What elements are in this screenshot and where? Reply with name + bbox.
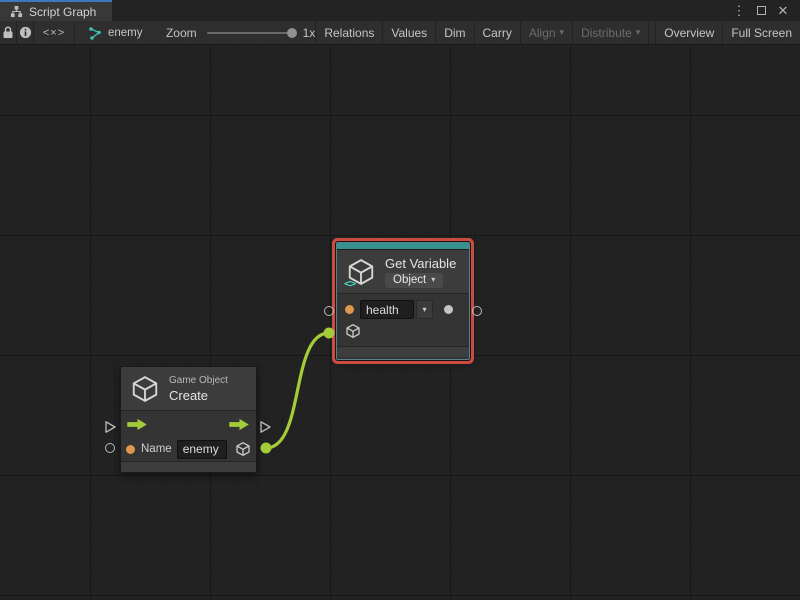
connection-source-dot	[261, 443, 272, 454]
maximize-icon[interactable]	[752, 2, 770, 20]
node-title: Get Variable	[385, 256, 456, 271]
chevron-down-icon: ▾	[560, 27, 565, 38]
create-body: Name	[121, 411, 256, 461]
node-category: Game Object	[169, 375, 228, 386]
align-button[interactable]: Align ▾	[521, 21, 573, 44]
flow-input-port[interactable]	[127, 418, 148, 431]
tab-script-graph[interactable]: Script Graph	[0, 0, 112, 21]
info-button[interactable]	[17, 21, 34, 44]
node-game-object-create[interactable]: Game Object Create Name	[120, 366, 257, 473]
variable-name-field[interactable]	[360, 300, 414, 319]
node-footer	[337, 346, 469, 357]
script-graph-window: Script Graph ⋮ ✕ <×>	[0, 0, 800, 600]
get-variable-right-port[interactable]	[472, 306, 482, 316]
script-graph-icon	[10, 5, 23, 18]
graph-icon	[88, 26, 102, 40]
variable-scope-dropdown[interactable]: Object ▾	[385, 273, 443, 288]
node-get-variable[interactable]: <> Get Variable Object ▾ ▾	[336, 242, 470, 360]
connection-target-dot	[324, 328, 335, 339]
get-variable-left-port[interactable]	[324, 306, 334, 316]
zoom-slider[interactable]	[207, 32, 295, 34]
full-screen-button[interactable]: Full Screen	[723, 21, 800, 44]
value-output-port[interactable]	[444, 305, 453, 314]
game-object-icon	[130, 374, 160, 404]
titlebar: Script Graph ⋮ ✕	[0, 0, 800, 21]
chevron-down-icon: ▾	[431, 275, 435, 284]
breadcrumb-graph-name: enemy	[108, 27, 143, 39]
relations-button[interactable]: Relations	[316, 21, 383, 44]
game-object-port-icon[interactable]	[345, 323, 361, 339]
zoom-value: 1x	[303, 26, 316, 40]
zoom-label: Zoom	[166, 26, 197, 40]
create-header: Game Object Create	[121, 367, 256, 411]
dim-button[interactable]: Dim	[436, 21, 474, 44]
get-variable-header: <> Get Variable Object ▾	[337, 250, 469, 294]
create-flow-in-port[interactable]	[103, 420, 117, 434]
carry-button[interactable]: Carry	[475, 21, 521, 44]
node-accent-bar	[337, 243, 469, 250]
node-title: Create	[169, 388, 228, 403]
zoom-slider-handle[interactable]	[287, 28, 297, 38]
lock-button[interactable]	[0, 21, 17, 44]
code-brackets-icon: <>	[344, 277, 355, 290]
window-menu-icon[interactable]: ⋮	[730, 2, 748, 20]
graph-toolbar: <×> enemy Zoom 1x Relations Values Dim C…	[0, 21, 800, 45]
name-input-port[interactable]	[126, 445, 135, 454]
overview-button[interactable]: Overview	[655, 21, 723, 44]
get-variable-body: ▾	[337, 294, 469, 346]
get-variable-icon: <>	[346, 257, 376, 287]
zoom-control: Zoom 1x	[144, 21, 316, 44]
chevron-down-icon: ▾	[636, 27, 641, 38]
param-label: Name	[141, 443, 172, 455]
tab-title: Script Graph	[29, 5, 96, 19]
variable-picker-dropdown[interactable]: ▾	[416, 300, 433, 319]
code-preview-button[interactable]: <×>	[34, 21, 75, 44]
distribute-button[interactable]: Distribute ▾	[573, 21, 649, 44]
flow-output-port[interactable]	[229, 418, 250, 431]
window-controls: ⋮ ✕	[730, 0, 800, 21]
graph-canvas[interactable]: <> Get Variable Object ▾ ▾	[0, 46, 800, 600]
close-icon[interactable]: ✕	[774, 2, 792, 20]
create-name-port[interactable]	[105, 443, 115, 453]
name-field[interactable]	[177, 440, 227, 459]
create-flow-out-port[interactable]	[258, 420, 272, 434]
info-icon	[19, 26, 32, 39]
game-object-output-port-icon[interactable]	[235, 441, 251, 457]
lock-icon	[2, 26, 14, 39]
values-button[interactable]: Values	[383, 21, 436, 44]
variable-name-input-port[interactable]	[345, 305, 354, 314]
node-footer	[121, 461, 256, 472]
breadcrumb[interactable]: enemy	[75, 21, 144, 44]
